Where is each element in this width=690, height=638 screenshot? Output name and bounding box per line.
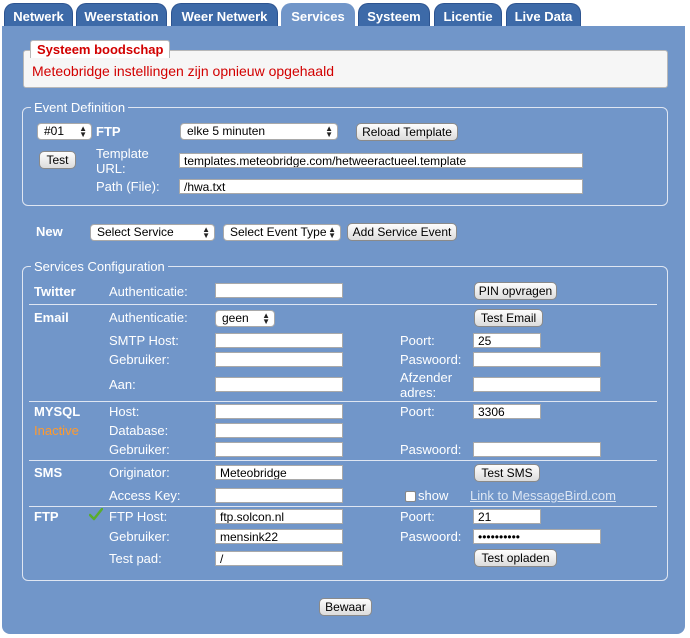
email-pass-input[interactable]: [473, 352, 601, 367]
chevron-updown-icon: ▲ ▼: [325, 124, 333, 139]
interval-value: elke 5 minuten: [187, 124, 266, 138]
test-opladen-button[interactable]: Test opladen: [474, 549, 557, 567]
new-label: New: [36, 224, 63, 239]
chevron-updown-icon: ▲ ▼: [262, 311, 270, 326]
email-auth-select[interactable]: geen ▲ ▼: [215, 310, 275, 327]
test-email-button[interactable]: Test Email: [474, 309, 543, 327]
tab-weer-netwerk[interactable]: Weer Netwerk: [171, 3, 278, 28]
email-user-input[interactable]: [215, 352, 343, 367]
event-type-label: FTP: [96, 124, 121, 139]
messagebird-link[interactable]: Link to MessageBird.com: [470, 488, 616, 503]
twitter-label: Twitter: [34, 284, 76, 299]
email-port-label: Poort:: [400, 333, 435, 348]
add-service-event-button[interactable]: Add Service Event: [347, 223, 457, 241]
ftp-test-path-label: Test pad:: [109, 551, 162, 566]
twitter-auth-label: Authenticatie:: [109, 284, 188, 299]
message-text: Meteobridge instellingen zijn opnieuw op…: [32, 63, 334, 79]
services-configuration-legend: Services Configuration: [31, 259, 168, 274]
mysql-pass-input[interactable]: [473, 442, 601, 457]
email-user-label: Gebruiker:: [109, 352, 170, 367]
tab-licentie[interactable]: Licentie: [434, 3, 502, 28]
email-pass-label: Paswoord:: [400, 352, 462, 367]
ftp-test-path-input[interactable]: /: [215, 551, 343, 566]
mysql-port-label: Poort:: [400, 404, 435, 419]
divider: [29, 460, 657, 461]
email-label: Email: [34, 310, 69, 325]
tab-live-data[interactable]: Live Data: [506, 3, 581, 28]
select-event-type[interactable]: Select Event Type ▲ ▼: [223, 224, 341, 241]
email-from-input[interactable]: [473, 377, 601, 392]
template-url-input[interactable]: templates.meteobridge.com/hetweeractueel…: [179, 153, 583, 168]
twitter-auth-input[interactable]: [215, 283, 343, 298]
show-key-label: show: [418, 488, 449, 503]
chevron-updown-icon: ▲ ▼: [328, 225, 336, 240]
template-url-label: Template URL:: [96, 146, 149, 176]
interval-select[interactable]: elke 5 minuten ▲ ▼: [180, 123, 338, 140]
checkmark-icon: [89, 508, 103, 521]
mysql-port-input[interactable]: 3306: [473, 404, 541, 419]
email-auth-value: geen: [222, 311, 249, 325]
ftp-user-label: Gebruiker:: [109, 529, 170, 544]
path-input[interactable]: /hwa.txt: [179, 179, 583, 194]
message-title: Systeem boodschap: [30, 40, 171, 58]
ftp-pass-label: Paswoord:: [400, 529, 462, 544]
tab-weerstation[interactable]: Weerstation: [76, 3, 167, 28]
sms-label: SMS: [34, 465, 63, 480]
sms-originator-label: Originator:: [109, 465, 170, 480]
ftp-host-input[interactable]: ftp.solcon.nl: [215, 509, 343, 524]
ftp-host-label: FTP Host:: [109, 509, 168, 524]
tab-netwerk[interactable]: Netwerk: [4, 3, 73, 28]
mysql-host-input[interactable]: [215, 404, 343, 419]
smtp-host-label: SMTP Host:: [109, 333, 179, 348]
chevron-updown-icon: ▲ ▼: [202, 225, 210, 240]
test-event-button[interactable]: Test: [39, 151, 76, 169]
mysql-label: MYSQL: [34, 404, 81, 419]
path-label: Path (File):: [96, 179, 160, 194]
save-button[interactable]: Bewaar: [319, 598, 372, 616]
tab-systeem[interactable]: Systeem: [358, 3, 430, 28]
email-auth-label: Authenticatie:: [109, 310, 188, 325]
ftp-user-input[interactable]: mensink22: [215, 529, 343, 544]
pin-opvragen-button[interactable]: PIN opvragen: [474, 282, 557, 300]
divider: [29, 401, 657, 402]
email-from-label: Afzender adres:: [400, 370, 453, 400]
test-sms-button[interactable]: Test SMS: [474, 464, 540, 482]
divider: [29, 506, 657, 507]
email-to-label: Aan:: [109, 377, 136, 392]
mysql-user-label: Gebruiker:: [109, 442, 170, 457]
mysql-pass-label: Paswoord:: [400, 442, 462, 457]
mysql-user-input[interactable]: [215, 442, 343, 457]
select-service-value: Select Service: [97, 225, 174, 239]
mysql-host-label: Host:: [109, 404, 140, 419]
event-number-value: #01: [44, 124, 65, 138]
sms-originator-input[interactable]: Meteobridge: [215, 465, 343, 480]
email-port-input[interactable]: 25: [473, 333, 541, 348]
show-key-checkbox[interactable]: [405, 491, 416, 502]
chevron-updown-icon: ▲ ▼: [79, 124, 87, 139]
email-to-input[interactable]: [215, 377, 343, 392]
reload-template-button[interactable]: Reload Template: [356, 123, 458, 141]
smtp-host-input[interactable]: [215, 333, 343, 348]
ftp-pass-input[interactable]: ••••••••••: [473, 529, 601, 544]
mysql-status: Inactive: [34, 423, 79, 438]
tab-services[interactable]: Services: [281, 3, 355, 28]
ftp-label: FTP: [34, 509, 59, 524]
divider: [29, 304, 657, 305]
mysql-db-label: Database:: [109, 423, 169, 438]
mysql-db-input[interactable]: [215, 423, 343, 438]
sms-access-key-input[interactable]: [215, 488, 343, 503]
select-service[interactable]: Select Service ▲ ▼: [90, 224, 215, 241]
event-number-select[interactable]: #01 ▲ ▼: [37, 123, 92, 140]
ftp-port-label: Poort:: [400, 509, 435, 524]
ftp-port-input[interactable]: 21: [473, 509, 541, 524]
event-definition-legend: Event Definition: [31, 100, 129, 115]
sms-access-key-label: Access Key:: [109, 488, 181, 503]
select-event-type-value: Select Event Type: [230, 225, 327, 239]
